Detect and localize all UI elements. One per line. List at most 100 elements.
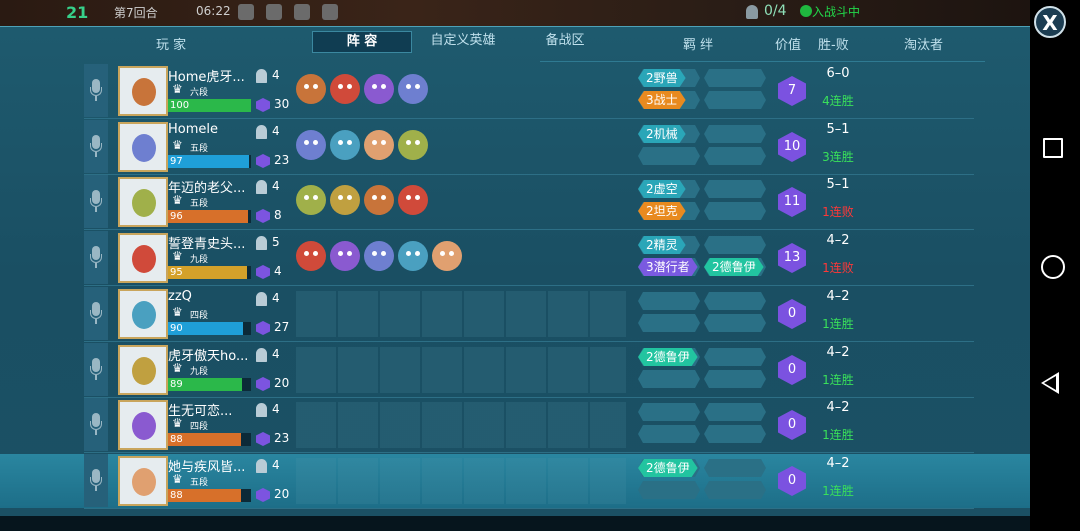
population-icon <box>746 5 758 19</box>
bond-badge[interactable]: 2野兽 <box>638 69 686 87</box>
microphone-icon[interactable] <box>90 79 102 103</box>
rank-label: 四段 <box>190 422 209 432</box>
home-icon[interactable] <box>1041 255 1065 279</box>
player-row[interactable]: 她与疾风皆... ♛ 五段 88 4 20 2德鲁伊 0 4–2 1连胜 <box>0 454 1030 508</box>
microphone-icon[interactable] <box>90 190 102 214</box>
bond-badge[interactable]: 2德鲁伊 <box>638 459 698 477</box>
win-loss-record: 4–2 <box>826 233 850 248</box>
book-icon[interactable] <box>266 4 282 20</box>
bond-slot <box>638 292 700 310</box>
mage-hero-icon[interactable] <box>398 130 428 160</box>
gold-value: 20 <box>274 376 290 390</box>
player-row[interactable]: 年迈的老父... ♛ 五段 96 4 8 2虚空 2坦克 11 5–1 1连败 <box>84 175 974 229</box>
chart-icon[interactable] <box>238 4 254 20</box>
row-divider <box>84 508 974 509</box>
helmet-icon <box>256 236 267 250</box>
fox-hero-icon[interactable] <box>364 241 394 271</box>
population-value: 4 <box>272 291 280 305</box>
population-value: 4 <box>272 347 280 361</box>
player-row[interactable]: 誓登青史头... ♛ 九段 95 5 4 2精灵 3潜行者 2德鲁伊 13 4–2 1连败 <box>84 231 974 285</box>
avatar[interactable] <box>118 456 168 506</box>
top-toolbar <box>238 4 350 24</box>
microphone-icon[interactable] <box>90 246 102 270</box>
bond-badge[interactable]: 2虚空 <box>638 180 686 198</box>
microphone-icon[interactable] <box>90 413 102 437</box>
streak-label: 4连胜 <box>822 94 854 108</box>
avatar[interactable] <box>118 400 168 450</box>
bond-badge[interactable]: 2德鲁伊 <box>638 348 698 366</box>
microphone-icon[interactable] <box>90 469 102 493</box>
header-eliminator: 淘汰者 <box>904 38 944 53</box>
lineup <box>296 74 432 108</box>
microphone-icon[interactable] <box>90 302 102 326</box>
back-icon[interactable] <box>1041 372 1059 394</box>
gem-icon <box>256 98 270 112</box>
tab-bench[interactable]: 备战区 <box>516 31 614 51</box>
rank-label: 五段 <box>190 144 209 154</box>
crown-icon: ♛ <box>172 472 183 486</box>
bond-slot <box>638 370 700 388</box>
gear-icon[interactable] <box>294 4 310 20</box>
gem-icon <box>256 377 270 391</box>
bond-slot <box>704 236 766 254</box>
avatar[interactable] <box>118 345 168 395</box>
player-row[interactable]: Home虎牙... ♛ 六段 100 4 30 2野兽 3战士 7 6–0 4连胜 <box>84 64 974 118</box>
bond-badge[interactable]: 2德鲁伊 <box>704 258 764 276</box>
bond-badge[interactable]: 2坦克 <box>638 202 686 220</box>
shaman-hero-icon[interactable] <box>364 185 394 215</box>
avatar[interactable] <box>118 233 168 283</box>
helmet-icon <box>256 180 267 194</box>
bond-badge[interactable]: 3潜行者 <box>638 258 698 276</box>
shaman-hero-icon[interactable] <box>330 241 360 271</box>
goblin-hero-icon[interactable] <box>330 185 360 215</box>
goblin-hero-icon[interactable] <box>364 130 394 160</box>
avatar[interactable] <box>118 289 168 339</box>
voice-cell <box>84 454 108 507</box>
microphone-icon[interactable] <box>90 358 102 382</box>
voice-cell <box>84 64 108 117</box>
assassin-hero-icon[interactable] <box>330 130 360 160</box>
game-top-bar: 21 第7回合 06:22 0/4 入战斗中 <box>0 0 1030 26</box>
bond-badge[interactable]: 2精灵 <box>638 236 686 254</box>
avatar[interactable] <box>118 66 168 116</box>
player-row[interactable]: Homele ♛ 五段 97 4 23 2机械 10 5–1 3连胜 <box>84 120 974 174</box>
win-loss-record: 4–2 <box>826 400 850 415</box>
goblin-hero-icon[interactable] <box>364 74 394 104</box>
microphone-icon[interactable] <box>90 135 102 159</box>
avatar[interactable] <box>118 177 168 227</box>
player-row[interactable]: 虎牙傲天ho... ♛ 九段 89 4 20 2德鲁伊 0 4–2 1连胜 <box>84 343 974 397</box>
assassin-hero-icon[interactable] <box>398 241 428 271</box>
voice-cell <box>84 231 108 284</box>
knight-hero-icon[interactable] <box>330 74 360 104</box>
demon-hero-icon[interactable] <box>398 74 428 104</box>
bond-badge[interactable]: 3战士 <box>638 91 686 109</box>
tab-lineup[interactable]: 阵 容 <box>312 31 412 53</box>
avatar[interactable] <box>118 122 168 172</box>
elf-hero-icon[interactable] <box>296 241 326 271</box>
tab-custom-hero[interactable]: 自定义英雄 <box>414 31 512 51</box>
streak-label: 1连胜 <box>822 484 854 498</box>
crown-icon: ♛ <box>172 138 183 152</box>
tab-lineup-label: 阵 容 <box>346 34 378 49</box>
void-hero-icon[interactable] <box>398 185 428 215</box>
player-row[interactable]: 生无可恋... ♛ 四段 88 4 23 0 4–2 1连胜 <box>84 398 974 452</box>
bond-slot <box>638 481 700 499</box>
rank-label: 九段 <box>190 367 209 377</box>
health-value: 97 <box>170 156 183 167</box>
streak-label: 1连胜 <box>822 317 854 331</box>
helmet-icon <box>256 292 267 306</box>
player-row[interactable]: zzQ ♛ 四段 90 4 27 0 4–2 1连胜 <box>84 287 974 341</box>
bond-badge[interactable]: 2机械 <box>638 125 686 143</box>
lineup-board <box>296 291 626 337</box>
help-icon[interactable] <box>322 4 338 20</box>
helmet-icon <box>256 69 267 83</box>
beast-hero-icon[interactable] <box>296 74 326 104</box>
helmet-icon <box>256 403 267 417</box>
pig-hero-icon[interactable] <box>296 185 326 215</box>
mech-hero-icon[interactable] <box>296 130 326 160</box>
gem-icon <box>256 209 270 223</box>
value-badge: 0 <box>778 355 806 385</box>
recents-icon[interactable] <box>1043 138 1063 158</box>
druid-hero-icon[interactable] <box>432 241 462 271</box>
close-button[interactable]: X <box>1034 6 1066 38</box>
